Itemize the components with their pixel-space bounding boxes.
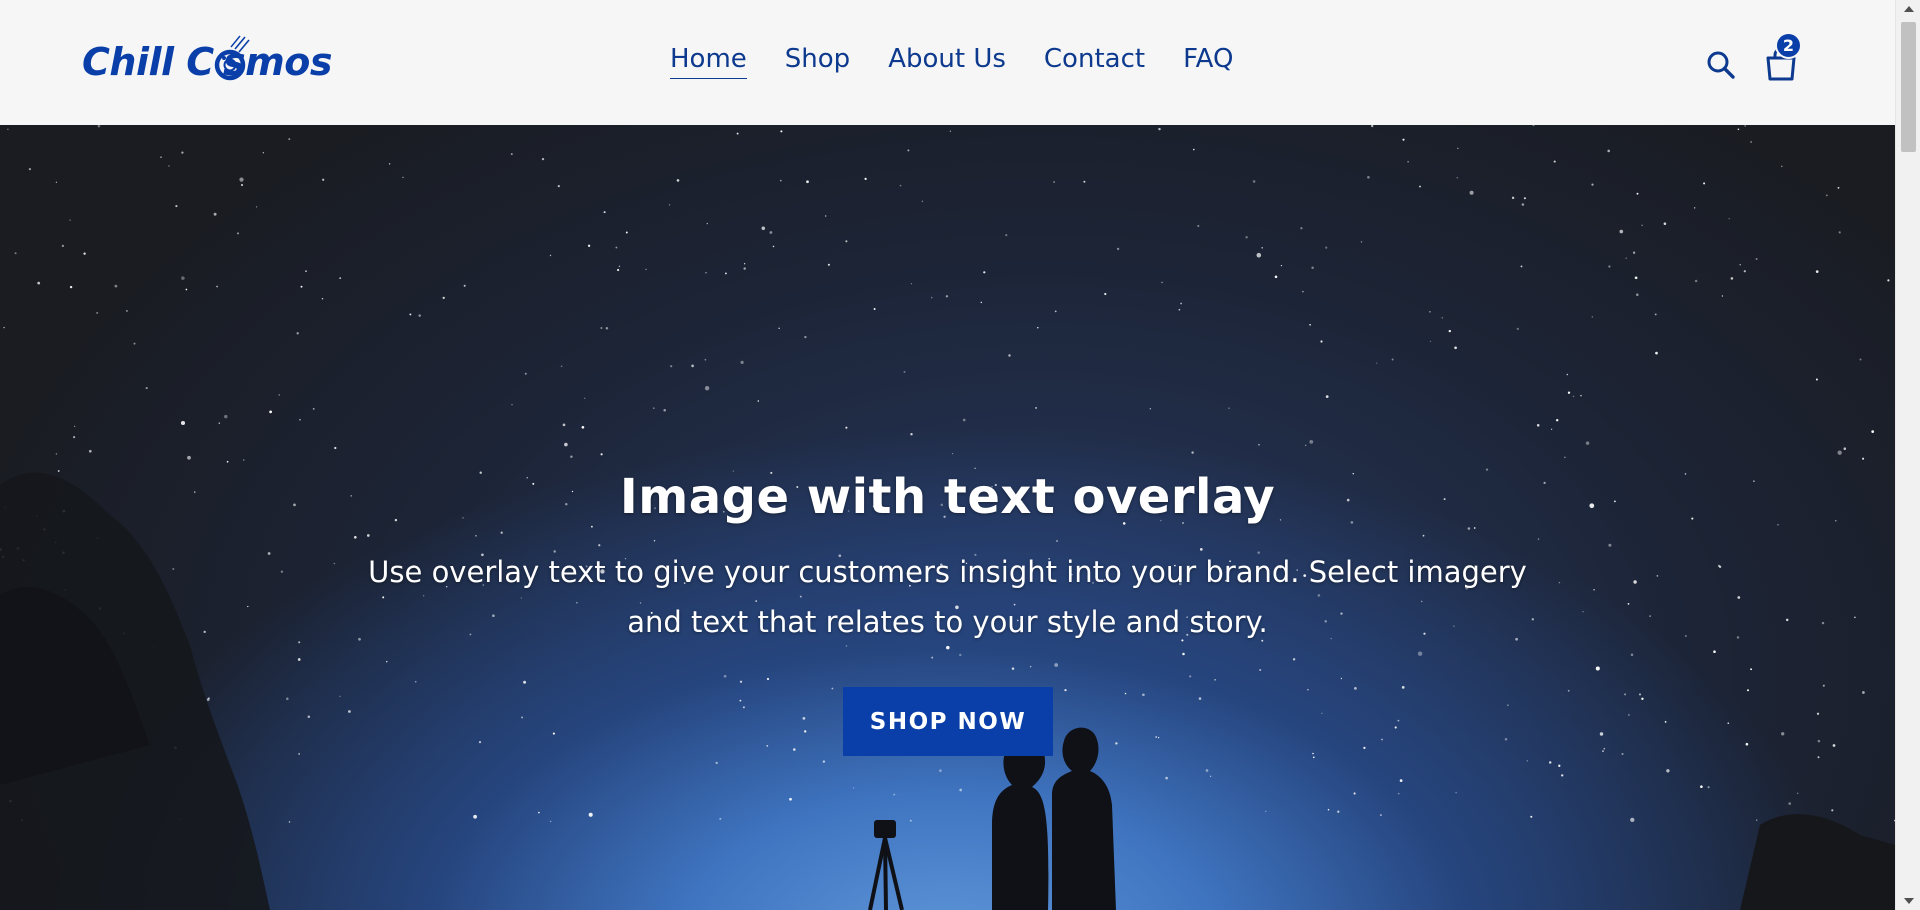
- hero-banner: Image with text overlay Use overlay text…: [0, 125, 1895, 910]
- shop-now-button[interactable]: SHOP NOW: [843, 687, 1053, 756]
- scroll-up-arrow-icon[interactable]: [1896, 0, 1920, 18]
- page: Chill C smos Home Shop About Us Contact …: [0, 0, 1895, 910]
- nav-item-about-us[interactable]: About Us: [888, 44, 1006, 79]
- hero-title: Image with text overlay: [619, 469, 1276, 525]
- comet-logo-icon: [214, 35, 250, 81]
- scroll-down-arrow-icon[interactable]: [1896, 892, 1920, 910]
- page-scrollbar[interactable]: [1895, 0, 1920, 910]
- logo-text-start: Chill C: [82, 40, 214, 84]
- nav-item-contact[interactable]: Contact: [1044, 44, 1145, 79]
- search-icon[interactable]: [1706, 50, 1736, 80]
- cart-count-badge: 2: [1775, 32, 1802, 59]
- brand-logo[interactable]: Chill C smos: [82, 34, 332, 90]
- site-header: Chill C smos Home Shop About Us Contact …: [0, 0, 1895, 125]
- nav-item-faq[interactable]: FAQ: [1183, 44, 1233, 79]
- main-nav: Home Shop About Us Contact FAQ: [670, 44, 1271, 79]
- nav-item-shop[interactable]: Shop: [785, 44, 850, 79]
- scrollbar-thumb[interactable]: [1901, 22, 1916, 152]
- nav-item-home[interactable]: Home: [670, 44, 747, 79]
- hero-description: Use overlay text to give your customers …: [368, 555, 1527, 639]
